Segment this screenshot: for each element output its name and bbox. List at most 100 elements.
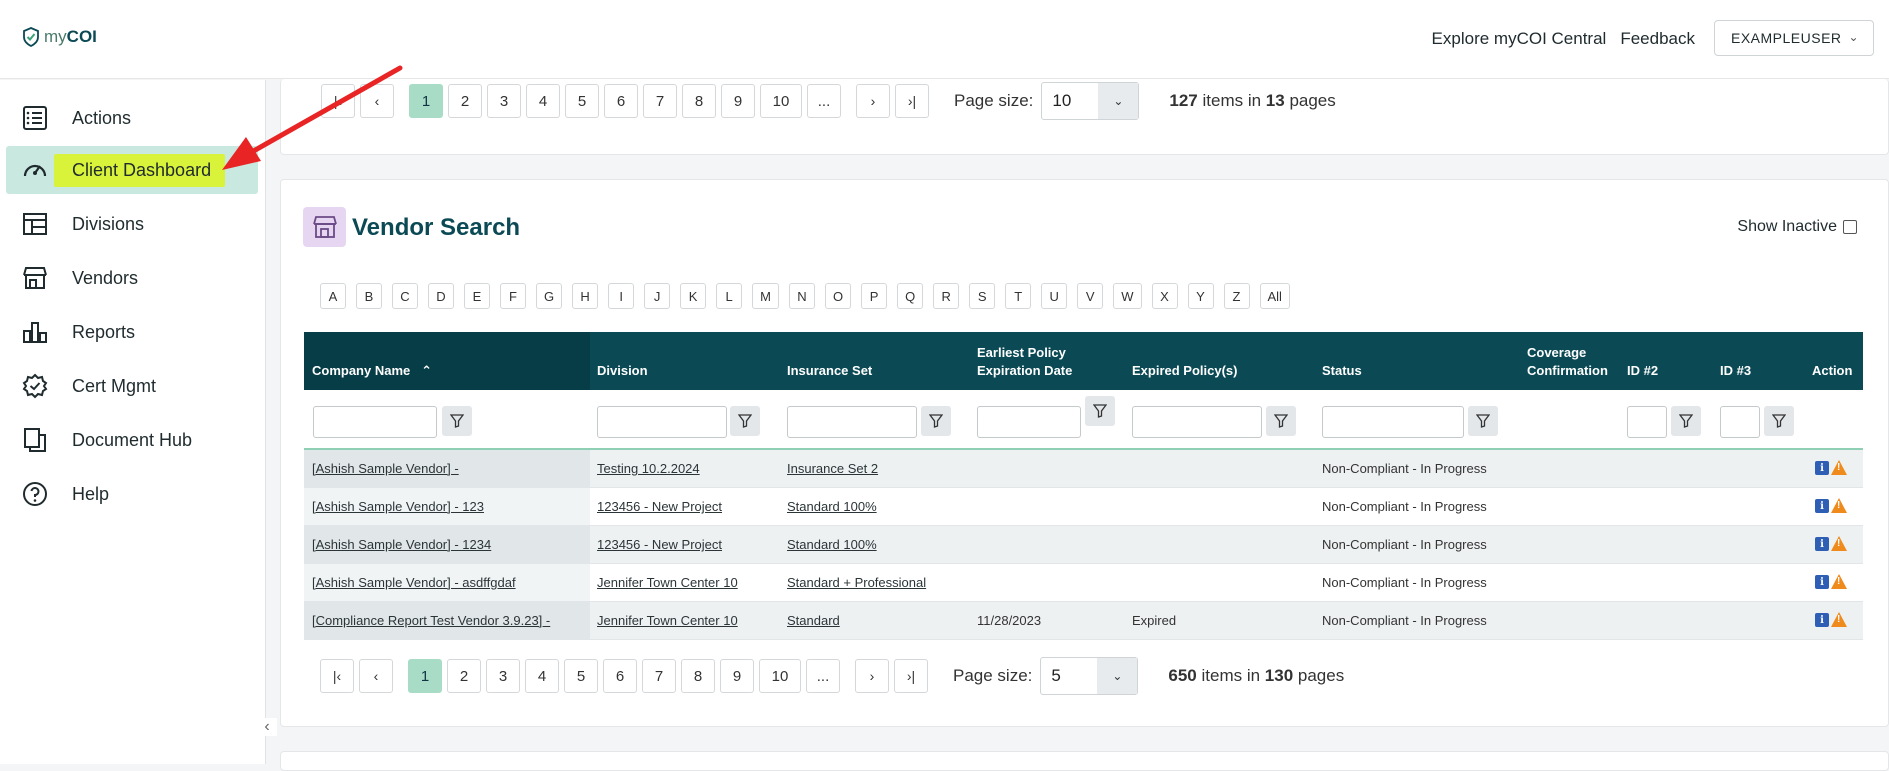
sidebar-item-reports[interactable]: Reports	[6, 308, 258, 356]
next-page-button[interactable]: ›	[856, 84, 890, 118]
show-inactive-toggle[interactable]: Show Inactive	[1737, 218, 1857, 236]
letter-filter[interactable]: T	[1005, 283, 1032, 309]
show-inactive-checkbox[interactable]	[1843, 220, 1857, 234]
prev-page-button[interactable]: ‹	[359, 659, 393, 693]
company-link[interactable]: [Ashish Sample Vendor] - 1234	[312, 537, 491, 552]
column-header-division[interactable]: Division	[597, 362, 648, 380]
filter-icon[interactable]	[921, 406, 951, 436]
letter-filter[interactable]: N	[788, 283, 815, 309]
division-link[interactable]: Jennifer Town Center 10	[597, 613, 738, 628]
letter-filter[interactable]: W	[1113, 283, 1142, 309]
letter-filter[interactable]: L	[716, 283, 743, 309]
column-header-expired[interactable]: Expired Policy(s)	[1132, 362, 1237, 380]
insurance-set-link[interactable]: Insurance Set 2	[787, 461, 878, 476]
more-pages-button[interactable]: ...	[806, 659, 840, 693]
warning-icon[interactable]	[1831, 574, 1847, 589]
division-link[interactable]: Jennifer Town Center 10	[597, 575, 738, 590]
filter-icon[interactable]	[442, 406, 472, 436]
letter-filter[interactable]: O	[824, 283, 852, 309]
prev-page-button[interactable]: ‹	[360, 84, 394, 118]
warning-icon[interactable]	[1831, 498, 1847, 513]
letter-filter[interactable]: Q	[897, 283, 924, 309]
letter-filter[interactable]: R	[933, 283, 960, 309]
page-button[interactable]: 10	[760, 84, 802, 118]
warning-icon[interactable]	[1831, 536, 1847, 551]
column-header-company[interactable]: Company Name ⌃	[312, 362, 432, 380]
page-button[interactable]: 8	[681, 659, 715, 693]
company-filter-input[interactable]	[313, 406, 437, 438]
page-button[interactable]: 9	[720, 659, 754, 693]
insurance-set-filter-input[interactable]	[787, 406, 917, 438]
company-link[interactable]: [Compliance Report Test Vendor 3.9.23] -	[312, 613, 550, 628]
page-button[interactable]: 9	[721, 84, 755, 118]
next-page-button[interactable]: ›	[855, 659, 889, 693]
id2-filter-input[interactable]	[1627, 406, 1667, 438]
insurance-set-link[interactable]: Standard 100%	[787, 537, 877, 552]
sidebar-item-cert-mgmt[interactable]: Cert Mgmt	[6, 362, 258, 410]
column-header-coverage[interactable]: Coverage Confirmation	[1527, 344, 1608, 380]
filter-icon[interactable]	[1468, 406, 1498, 436]
letter-filter[interactable]: Z	[1223, 283, 1250, 309]
more-pages-button[interactable]: ...	[807, 84, 841, 118]
page-button[interactable]: 1	[409, 84, 443, 118]
insurance-set-link[interactable]: Standard	[787, 613, 840, 628]
letter-filter[interactable]: M	[752, 283, 779, 309]
letter-filter[interactable]: K	[680, 283, 707, 309]
filter-icon[interactable]	[1085, 396, 1115, 426]
page-button[interactable]: 1	[408, 659, 442, 693]
letter-filter-all[interactable]: All	[1259, 283, 1290, 309]
page-button[interactable]: 10	[759, 659, 801, 693]
letter-filter[interactable]: I	[608, 283, 635, 309]
feedback-link[interactable]: Feedback	[1620, 29, 1695, 49]
sidebar-item-client-dashboard[interactable]: Client Dashboard	[6, 146, 258, 194]
collapse-sidebar-icon[interactable]: ‹	[257, 718, 277, 736]
sidebar-item-document-hub[interactable]: Document Hub	[6, 416, 258, 464]
page-button[interactable]: 5	[564, 659, 598, 693]
info-icon[interactable]: i	[1815, 499, 1829, 513]
column-header-expiration[interactable]: Earliest Policy Expiration Date	[977, 344, 1072, 380]
expired-filter-input[interactable]	[1132, 406, 1262, 438]
sidebar-item-vendors[interactable]: Vendors	[6, 254, 258, 302]
page-button[interactable]: 4	[525, 659, 559, 693]
page-button[interactable]: 6	[603, 659, 637, 693]
letter-filter[interactable]: E	[464, 283, 490, 309]
letter-filter[interactable]: Y	[1187, 283, 1214, 309]
page-button[interactable]: 4	[526, 84, 560, 118]
letter-filter[interactable]: B	[356, 283, 382, 309]
letter-filter[interactable]: X	[1151, 283, 1178, 309]
filter-icon[interactable]	[730, 406, 760, 436]
letter-filter[interactable]: A	[320, 283, 346, 309]
column-header-id3[interactable]: ID #3	[1720, 362, 1751, 380]
column-header-status[interactable]: Status	[1322, 362, 1362, 380]
letter-filter[interactable]: U	[1041, 283, 1068, 309]
page-button[interactable]: 7	[643, 84, 677, 118]
letter-filter[interactable]: D	[428, 283, 454, 309]
company-link[interactable]: [Ashish Sample Vendor] -	[312, 461, 459, 476]
info-icon[interactable]: i	[1815, 537, 1829, 551]
sidebar-item-divisions[interactable]: Divisions	[6, 200, 258, 248]
division-link[interactable]: 123456 - New Project	[597, 499, 722, 514]
info-icon[interactable]: i	[1815, 575, 1829, 589]
expiration-filter-input[interactable]	[977, 406, 1081, 438]
division-link[interactable]: Testing 10.2.2024	[597, 461, 700, 476]
mycoi-logo[interactable]: myCOI	[22, 27, 97, 47]
letter-filter[interactable]: S	[969, 283, 996, 309]
filter-icon[interactable]	[1266, 406, 1296, 436]
filter-icon[interactable]	[1764, 406, 1794, 436]
warning-icon[interactable]	[1831, 460, 1847, 475]
column-header-id2[interactable]: ID #2	[1627, 362, 1658, 380]
sidebar-item-help[interactable]: Help	[6, 470, 258, 518]
info-icon[interactable]: i	[1815, 613, 1829, 627]
last-page-button[interactable]: ›|	[895, 84, 929, 118]
company-link[interactable]: [Ashish Sample Vendor] - 123	[312, 499, 484, 514]
first-page-button[interactable]: |‹	[320, 659, 354, 693]
column-header-insurance-set[interactable]: Insurance Set	[787, 362, 872, 380]
letter-filter[interactable]: C	[392, 283, 418, 309]
page-button[interactable]: 2	[447, 659, 481, 693]
page-size-select[interactable]: 10 ⌄	[1041, 82, 1140, 120]
letter-filter[interactable]: G	[536, 283, 563, 309]
explore-link[interactable]: Explore myCOI Central	[1432, 29, 1607, 49]
page-button[interactable]: 2	[448, 84, 482, 118]
page-button[interactable]: 8	[682, 84, 716, 118]
first-page-button[interactable]: |‹	[321, 84, 355, 118]
